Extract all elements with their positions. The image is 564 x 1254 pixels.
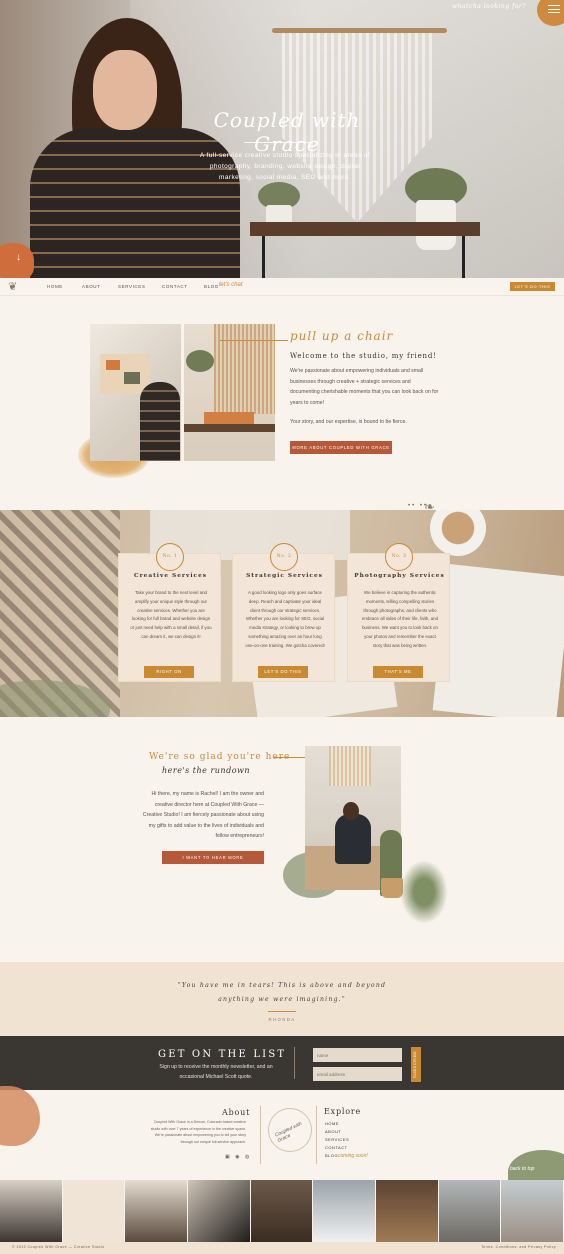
service-title: Creative Services [133, 573, 208, 579]
hamburger-icon[interactable] [548, 5, 560, 13]
thats-me-button[interactable]: THAT'S ME [373, 666, 423, 678]
right-on-button[interactable]: RIGHT ON [144, 666, 194, 678]
explore-title: Explore [324, 1107, 362, 1116]
fern-plant [400, 860, 448, 924]
instagram-photo[interactable] [376, 1180, 439, 1242]
instagram-photo[interactable] [250, 1180, 314, 1242]
shelf [250, 222, 480, 236]
hero-tagline: A full-service creative studio specializ… [199, 152, 371, 181]
footer-link-blog[interactable]: BLOG [325, 1153, 338, 1158]
welcome-body-2: Your story, and our expertise, is bound … [290, 419, 407, 425]
subscribe-label: SUBSCRIBE [413, 1050, 417, 1078]
nav-services[interactable]: SERVICES [118, 284, 145, 289]
newsletter-section [0, 1036, 564, 1090]
newsletter-divider [294, 1047, 295, 1079]
service-card: No. 1 Creative Services Take your brand … [118, 543, 221, 682]
instagram-photo[interactable] [313, 1180, 377, 1242]
hear-more-button[interactable]: I WANT TO HEAR MORE [162, 851, 264, 864]
instagram-feed [0, 1180, 564, 1242]
email-input[interactable] [313, 1067, 402, 1081]
subscribe-button[interactable]: SUBSCRIBE [411, 1047, 421, 1082]
copyright-text: © 2019 Coupled With Grace — Creative Stu… [12, 1245, 105, 1249]
glad-body: Hi there, my name is Rachel! I am the ow… [142, 791, 264, 839]
nav-contact[interactable]: CONTACT [162, 284, 188, 289]
service-card: No. 2 Strategic Services A good looking … [232, 543, 335, 682]
nav-cta-button[interactable]: LET'S DO THIS [510, 282, 555, 291]
nav-about[interactable]: ABOUT [82, 284, 101, 289]
service-body: Take your brand to the next level and am… [130, 590, 212, 639]
newsletter-subtitle: Sign up to receive the monthly newslette… [159, 1064, 273, 1080]
footer-link-about[interactable]: ABOUT [325, 1129, 341, 1134]
social-icons[interactable]: ▣ ◉ ◍ [225, 1154, 251, 1160]
footer-link-services[interactable]: SERVICES [325, 1137, 349, 1142]
script-divider [220, 340, 288, 341]
footer-logo-text: Coupled with Grace [274, 1120, 303, 1145]
nav-home[interactable]: HOME [47, 284, 63, 289]
moodboard-photo [90, 324, 181, 461]
instagram-photo[interactable] [438, 1180, 502, 1242]
testimonial-quote: "You have me in tears! This is above and… [177, 982, 387, 1003]
name-input[interactable] [313, 1048, 402, 1062]
instagram-photo[interactable] [188, 1180, 251, 1242]
service-body: A good looking logo only goes surface de… [245, 590, 325, 648]
legal-link[interactable]: Terms, Conditions, and Privacy Policy [481, 1245, 556, 1249]
hero-section: Coupled with Grace A full-service creati… [0, 0, 564, 278]
newsletter-title: GET ON THE LIST [158, 1049, 287, 1060]
footer-script: coming soon! [338, 1153, 368, 1159]
macrame-rod [272, 28, 447, 33]
instagram-photo[interactable] [0, 1180, 63, 1242]
lets-do-this-button[interactable]: LET'S DO THIS [258, 666, 308, 678]
glad-script: here's the rundown [162, 766, 251, 775]
service-number: No. 2 [270, 543, 298, 571]
footer-link-home[interactable]: HOME [325, 1121, 339, 1126]
service-number: No. 1 [156, 543, 184, 571]
main-nav: ❦ HOME ABOUT SERVICES CONTACT BLOG let's… [0, 278, 564, 296]
arrow-down-icon[interactable]: ↓ [16, 252, 21, 263]
footer-link-contact[interactable]: CONTACT [325, 1145, 348, 1150]
footer-divider [260, 1106, 261, 1164]
back-to-top-link[interactable]: back to top [510, 1166, 534, 1172]
hero-divider [244, 142, 312, 143]
glad-title: We're so glad you're here [149, 752, 291, 762]
footer-logo[interactable]: Coupled with Grace [268, 1108, 312, 1152]
service-title: Strategic Services [246, 573, 323, 579]
service-body: We believe in capturing the authentic mo… [361, 590, 439, 648]
copyright-bar: © 2019 Coupled With Grace — Creative Stu… [0, 1242, 564, 1254]
leaf-logo-icon[interactable]: ❦ [8, 280, 17, 293]
service-card: No. 3 Photography Services We believe in… [347, 543, 450, 682]
search-prompt[interactable]: whatcha looking for? [452, 3, 526, 10]
more-about-button[interactable]: MORE ABOUT COUPLED WITH GRACE [290, 441, 392, 454]
testimonial-author: RHONDA [268, 1017, 296, 1022]
welcome-script: pull up a chair [290, 329, 394, 343]
testimonial-divider [268, 1011, 296, 1012]
nav-script: let's chat [219, 282, 243, 288]
instagram-photo[interactable] [125, 1180, 189, 1242]
watercolor-blob [0, 1086, 40, 1146]
about-body: Coupled With Grace is a Denver, Colorado… [150, 1120, 246, 1144]
coffee-cup [430, 510, 486, 556]
instagram-photo[interactable] [501, 1180, 564, 1242]
about-title: About [222, 1108, 251, 1117]
glad-divider [274, 757, 308, 758]
service-number: No. 3 [385, 543, 413, 571]
footer-divider [316, 1106, 317, 1164]
nav-blog[interactable]: BLOG [204, 284, 219, 289]
desk-photo [184, 324, 275, 461]
welcome-title: Welcome to the studio, my friend! [290, 352, 437, 360]
welcome-body: We're passionate about empowering indivi… [290, 368, 439, 406]
shelf-leg [262, 236, 265, 278]
shelf-leg [462, 236, 465, 278]
instagram-photo[interactable] [62, 1180, 126, 1242]
service-title: Photography Services [354, 573, 445, 579]
hero-logo: Coupled with Grace [213, 108, 361, 156]
